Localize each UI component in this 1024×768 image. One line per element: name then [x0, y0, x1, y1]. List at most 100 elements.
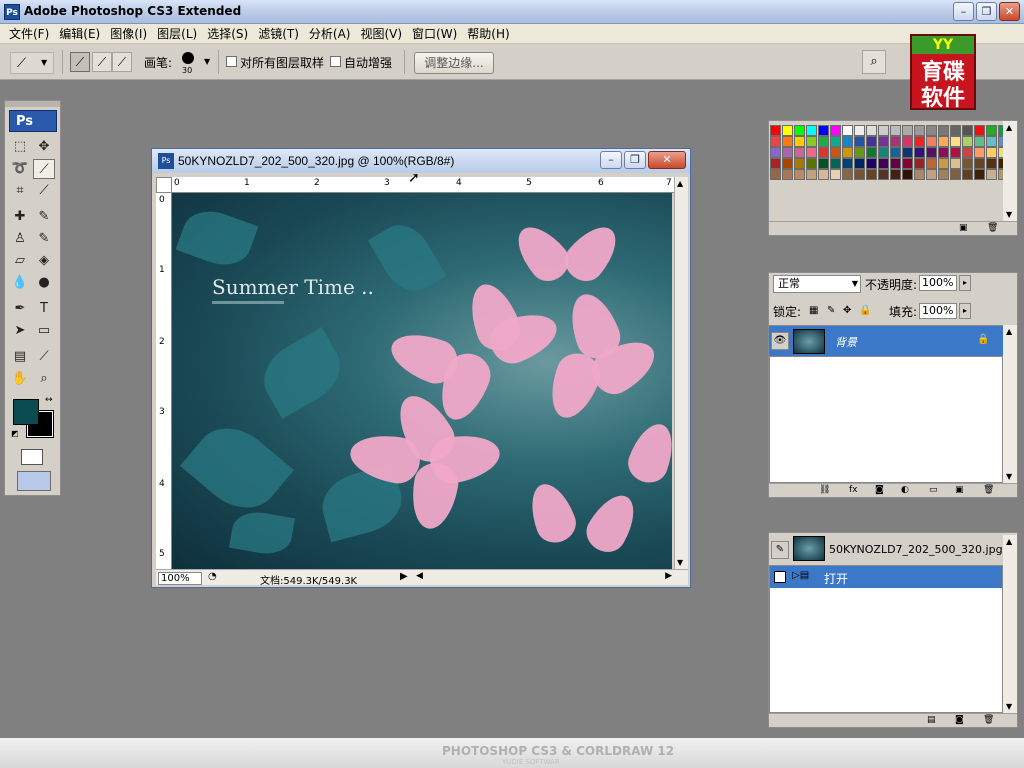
- palette-well-icon[interactable]: ⌕: [862, 50, 886, 74]
- color-swatch[interactable]: [806, 136, 817, 147]
- shape-tool-icon[interactable]: ▭: [33, 321, 55, 341]
- color-swatch[interactable]: [986, 147, 997, 158]
- color-swatch[interactable]: [902, 158, 913, 169]
- type-tool-icon[interactable]: T: [33, 299, 55, 319]
- color-swatch[interactable]: [986, 169, 997, 180]
- color-swatch[interactable]: [794, 125, 805, 136]
- menu-select[interactable]: 选择(S): [202, 25, 253, 42]
- color-swatch[interactable]: [902, 147, 913, 158]
- quick-selection-tool-icon[interactable]: ⟋: [33, 159, 55, 179]
- opacity-arrow-icon[interactable]: ▸: [959, 275, 971, 291]
- color-swatch[interactable]: [818, 169, 829, 180]
- visibility-eye-icon[interactable]: 👁: [771, 332, 789, 350]
- color-swatch[interactable]: [950, 147, 961, 158]
- toolbox-logo[interactable]: Ps: [9, 110, 57, 132]
- brush-dropdown-icon[interactable]: ▼: [204, 57, 210, 66]
- color-swatch[interactable]: [818, 147, 829, 158]
- scroll-down-icon[interactable]: ▼: [677, 558, 683, 567]
- swatches-scrollbar[interactable]: ▲ ▼: [1003, 121, 1017, 221]
- color-swatch[interactable]: [830, 147, 841, 158]
- history-brush-source-icon[interactable]: ✎: [771, 541, 789, 559]
- color-swatch[interactable]: [866, 136, 877, 147]
- color-swatch[interactable]: [842, 125, 853, 136]
- color-swatch[interactable]: [866, 147, 877, 158]
- color-swatch[interactable]: [950, 169, 961, 180]
- menu-edit[interactable]: 编辑(E): [54, 25, 105, 42]
- color-swatch[interactable]: [890, 169, 901, 180]
- color-swatch[interactable]: [962, 147, 973, 158]
- color-swatch[interactable]: [926, 169, 937, 180]
- color-swatch[interactable]: [806, 169, 817, 180]
- crop-tool-icon[interactable]: ⌗: [9, 181, 31, 201]
- layer-mask-icon[interactable]: ◙: [875, 485, 884, 495]
- document-restore-button[interactable]: ❐: [624, 151, 646, 169]
- blend-mode-select[interactable]: 正常 ▼: [773, 275, 861, 293]
- menu-file[interactable]: 文件(F): [4, 25, 54, 42]
- color-swatch[interactable]: [914, 169, 925, 180]
- fill-arrow-icon[interactable]: ▸: [959, 303, 971, 319]
- color-swatch[interactable]: [770, 169, 781, 180]
- clone-stamp-tool-icon[interactable]: ♙: [9, 229, 31, 249]
- color-swatch[interactable]: [842, 136, 853, 147]
- color-swatch[interactable]: [878, 125, 889, 136]
- paint-bucket-tool-icon[interactable]: ◈: [33, 251, 55, 271]
- history-source-checkbox[interactable]: [774, 571, 786, 583]
- color-swatch[interactable]: [770, 147, 781, 158]
- color-swatch[interactable]: [794, 169, 805, 180]
- lock-position-icon[interactable]: ✥: [843, 305, 851, 316]
- color-swatch[interactable]: [806, 158, 817, 169]
- color-swatch[interactable]: [938, 147, 949, 158]
- new-snapshot-icon[interactable]: ◙: [955, 715, 964, 725]
- color-swatch[interactable]: [878, 158, 889, 169]
- color-swatch[interactable]: [938, 125, 949, 136]
- color-swatch[interactable]: [794, 136, 805, 147]
- history-brush-tool-icon[interactable]: ✎: [33, 229, 55, 249]
- color-swatch[interactable]: [986, 136, 997, 147]
- layer-row-background[interactable]: 👁 背景 🔒: [769, 325, 1003, 357]
- document-titlebar[interactable]: Ps 50KYNOZLD7_202_500_320.jpg @ 100%(RGB…: [152, 149, 690, 173]
- new-swatch-icon[interactable]: ▣: [959, 223, 968, 233]
- color-swatch[interactable]: [842, 147, 853, 158]
- eyedropper-tool-icon[interactable]: ⟋: [33, 347, 55, 367]
- color-swatch[interactable]: [830, 169, 841, 180]
- menu-layer[interactable]: 图层(L): [152, 25, 202, 42]
- default-colors-icon[interactable]: ◩: [11, 429, 19, 438]
- color-swatch[interactable]: [806, 125, 817, 136]
- link-layers-icon[interactable]: ⛓: [819, 485, 830, 495]
- add-to-selection-mode-button[interactable]: ⟋: [92, 52, 112, 72]
- history-scrollbar[interactable]: ▲ ▼: [1003, 535, 1017, 713]
- color-swatch[interactable]: [818, 136, 829, 147]
- status-info-icon[interactable]: ◔: [208, 571, 217, 582]
- color-swatch[interactable]: [974, 169, 985, 180]
- move-tool-icon[interactable]: ✥: [33, 137, 55, 157]
- new-selection-mode-button[interactable]: ⟋: [70, 52, 90, 72]
- color-swatch[interactable]: [878, 169, 889, 180]
- color-swatch[interactable]: [830, 158, 841, 169]
- history-step-open[interactable]: ▷▤ 打开: [770, 566, 1002, 588]
- hand-tool-icon[interactable]: ✋: [9, 369, 31, 389]
- color-swatch[interactable]: [950, 125, 961, 136]
- color-swatch[interactable]: [794, 158, 805, 169]
- color-swatch[interactable]: [890, 147, 901, 158]
- color-swatch[interactable]: [926, 125, 937, 136]
- lasso-tool-icon[interactable]: ➰: [9, 159, 31, 179]
- color-swatch[interactable]: [818, 125, 829, 136]
- minimize-button[interactable]: –: [953, 2, 974, 21]
- color-swatch[interactable]: [938, 158, 949, 169]
- color-swatch[interactable]: [926, 147, 937, 158]
- blur-tool-icon[interactable]: 💧: [9, 273, 31, 293]
- color-swatch[interactable]: [938, 169, 949, 180]
- lock-image-icon[interactable]: ✎: [827, 305, 835, 316]
- quick-mask-button[interactable]: [21, 449, 43, 465]
- color-swatch[interactable]: [914, 158, 925, 169]
- lock-all-icon[interactable]: 🔒: [859, 305, 871, 316]
- opacity-field[interactable]: 100%: [919, 275, 957, 291]
- new-layer-icon[interactable]: ▣: [955, 485, 964, 495]
- image-canvas[interactable]: Summer Time ..: [172, 193, 672, 569]
- healing-brush-tool-icon[interactable]: ✚: [9, 207, 31, 227]
- color-swatch[interactable]: [926, 136, 937, 147]
- color-swatch[interactable]: [782, 147, 793, 158]
- menu-view[interactable]: 视图(V): [355, 25, 407, 42]
- color-swatch[interactable]: [914, 147, 925, 158]
- document-minimize-button[interactable]: –: [600, 151, 622, 169]
